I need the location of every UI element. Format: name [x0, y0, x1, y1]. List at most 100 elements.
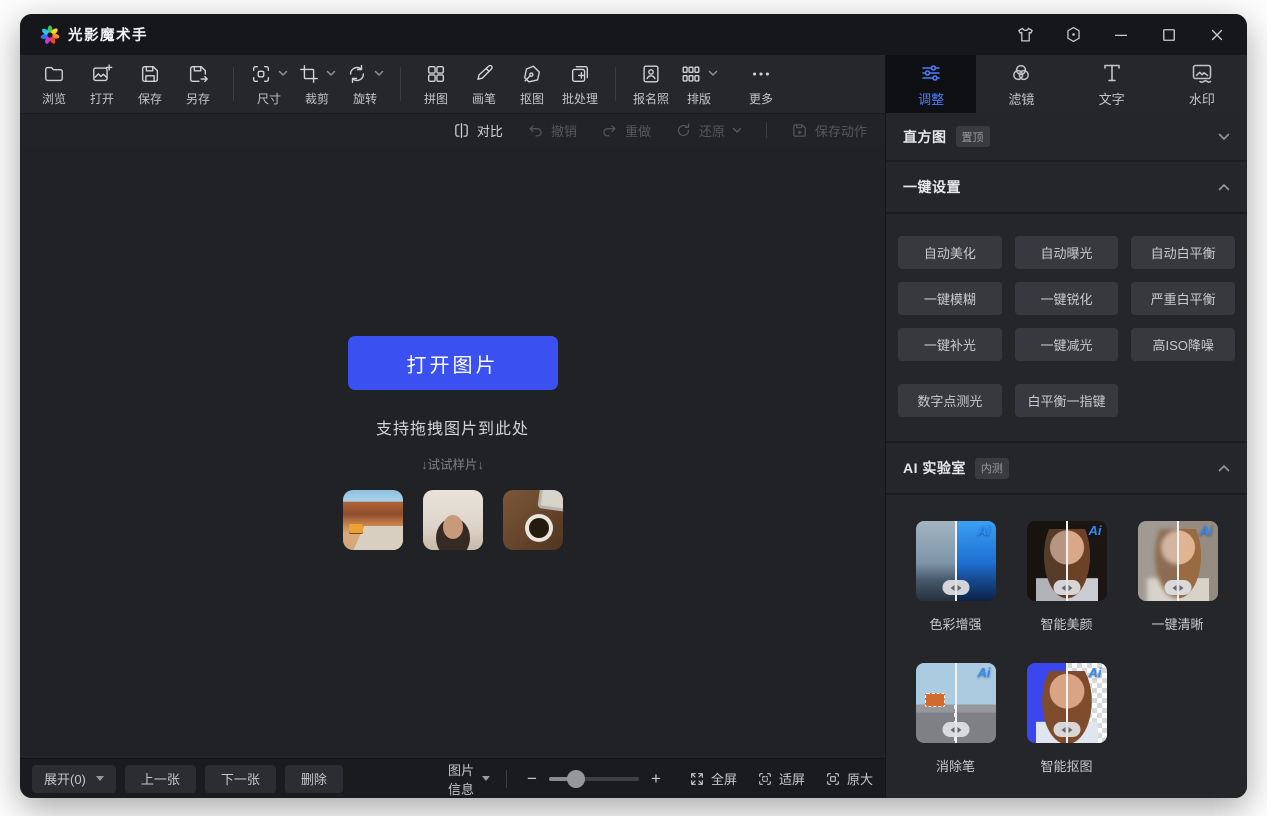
tab-filters[interactable]: 滤镜 [976, 55, 1066, 113]
cutout-pen-button[interactable]: 抠图 [508, 58, 556, 110]
browse-button[interactable]: 浏览 [30, 58, 78, 110]
right-panel: 调整 滤镜 文字 水印 直方图 置顶 [885, 55, 1247, 798]
more-button[interactable]: 更多 [737, 58, 785, 110]
id-photo-button[interactable]: 报名照 [627, 58, 675, 110]
settings-hexagon-icon[interactable] [1063, 25, 1083, 45]
zoom-slider-thumb[interactable] [567, 770, 585, 788]
one-click-section-header[interactable]: 一键设置 [886, 162, 1247, 214]
resize-button[interactable]: 尺寸 [245, 58, 293, 110]
open-image-button[interactable]: 打开图片 [348, 336, 558, 390]
zoom-in-button[interactable]: + [645, 769, 667, 789]
rotate-button[interactable]: 旋转 [341, 58, 389, 110]
digital-spot-metering-button[interactable]: 数字点测光 [898, 384, 1002, 417]
ai-one-click-clarity-card[interactable]: Ai 一键清晰 [1122, 521, 1233, 633]
image-info-button[interactable]: 图片信息 [448, 760, 490, 798]
ai-smart-beauty-card[interactable]: Ai 智能美颜 [1011, 521, 1122, 633]
histogram-section-header[interactable]: 直方图 置顶 [886, 113, 1247, 162]
watermark-icon [1190, 61, 1214, 85]
chevron-down-icon[interactable] [708, 70, 718, 77]
image-canvas: 打开图片 支持拖拽图片到此处 ↓试试样片↓ [20, 146, 885, 758]
chevron-down-icon[interactable] [326, 70, 336, 77]
compare-icon [453, 122, 470, 139]
sample-canyon-thumbnail[interactable] [343, 490, 403, 550]
history-toolbar: 对比 撤销 重做 还原 保存动作 [20, 113, 885, 146]
close-button[interactable] [1207, 25, 1227, 45]
auto-exposure-button[interactable]: 自动曝光 [1015, 236, 1119, 269]
original-size-button[interactable]: 原大 [825, 769, 873, 788]
chevron-down-icon [732, 127, 742, 134]
rotate-icon [346, 63, 368, 85]
delete-image-button[interactable]: 删除 [285, 765, 343, 793]
app-title: 光影魔术手 [68, 24, 148, 45]
layout-grid-icon [680, 63, 702, 85]
restore-button[interactable]: 还原 [675, 121, 742, 140]
severe-white-balance-button[interactable]: 严重白平衡 [1131, 282, 1235, 315]
expand-filmstrip-button[interactable]: 展开(0) [32, 765, 116, 793]
ai-badge-icon: Ai [1089, 665, 1102, 680]
bottom-statusbar: 展开(0) 上一张 下一张 删除 图片信息 − + [20, 758, 885, 798]
previous-image-button[interactable]: 上一张 [125, 765, 196, 793]
adjust-panel: 直方图 置顶 一键设置 自动美化 自动曝光 自动白平衡 一键模糊 一键锐化 严重… [886, 113, 1247, 798]
sample-desk-thumbnail[interactable] [503, 490, 563, 550]
ai-badge-icon: Ai [978, 523, 991, 538]
ai-smart-beauty-thumbnail: Ai [1027, 521, 1107, 601]
ai-badge-icon: Ai [978, 665, 991, 680]
resize-icon [250, 63, 272, 85]
undo-button[interactable]: 撤销 [527, 121, 577, 140]
fit-screen-button[interactable]: 适屏 [757, 769, 805, 788]
dropdown-arrow-icon [482, 776, 490, 781]
restore-icon [675, 122, 692, 139]
ai-eraser-pen-thumbnail: Ai [916, 663, 996, 743]
ai-lab-section-header[interactable]: AI 实验室 内测 [886, 443, 1247, 495]
save-action-button[interactable]: 保存动作 [791, 121, 867, 140]
fullscreen-button[interactable]: 全屏 [689, 769, 737, 788]
beta-badge: 内测 [975, 458, 1009, 479]
tab-text[interactable]: 文字 [1067, 55, 1157, 113]
compare-slider-icon [1053, 722, 1080, 737]
one-click-fill-light-button[interactable]: 一键补光 [898, 328, 1002, 361]
save-as-button[interactable]: 另存 [174, 58, 222, 110]
tab-watermark[interactable]: 水印 [1157, 55, 1247, 113]
minimize-button[interactable] [1111, 25, 1131, 45]
chevron-down-icon[interactable] [374, 70, 384, 77]
tab-adjust[interactable]: 调整 [886, 55, 976, 113]
ai-badge-icon: Ai [1200, 523, 1213, 538]
ai-badge-icon: Ai [1089, 523, 1102, 538]
save-button[interactable]: 保存 [126, 58, 174, 110]
next-image-button[interactable]: 下一张 [205, 765, 276, 793]
chevron-down-icon [1218, 133, 1230, 141]
one-click-sharpen-button[interactable]: 一键锐化 [1015, 282, 1119, 315]
collage-button[interactable]: 拼图 [412, 58, 460, 110]
zoom-out-button[interactable]: − [521, 769, 543, 789]
white-balance-one-touch-button[interactable]: 白平衡一指键 [1015, 384, 1119, 417]
one-click-dim-light-button[interactable]: 一键减光 [1015, 328, 1119, 361]
one-click-blur-button[interactable]: 一键模糊 [898, 282, 1002, 315]
drag-drop-hint: 支持拖拽图片到此处 [376, 415, 529, 439]
chevron-down-icon[interactable] [278, 70, 288, 77]
redo-button[interactable]: 重做 [601, 121, 651, 140]
ai-smart-cutout-card[interactable]: Ai 智能抠图 [1011, 663, 1122, 775]
pin-badge[interactable]: 置顶 [956, 126, 990, 147]
open-button[interactable]: 打开 [78, 58, 126, 110]
theme-shirt-icon[interactable] [1015, 25, 1035, 45]
crop-button[interactable]: 裁剪 [293, 58, 341, 110]
ai-color-enhance-card[interactable]: Ai 色彩增强 [900, 521, 1011, 633]
toolbar-separator [400, 67, 401, 101]
toolbar-separator [233, 67, 234, 101]
ai-color-enhance-thumbnail: Ai [916, 521, 996, 601]
layout-button[interactable]: 排版 [675, 58, 723, 110]
maximize-button[interactable] [1159, 25, 1179, 45]
brush-button[interactable]: 画笔 [460, 58, 508, 110]
auto-white-balance-button[interactable]: 自动白平衡 [1131, 236, 1235, 269]
text-icon [1100, 61, 1124, 85]
fit-screen-icon [757, 771, 773, 787]
ai-smart-cutout-thumbnail: Ai [1027, 663, 1107, 743]
batch-button[interactable]: 批处理 [556, 58, 604, 110]
ai-eraser-pen-card[interactable]: Ai 消除笔 [900, 663, 1011, 775]
auto-beautify-button[interactable]: 自动美化 [898, 236, 1002, 269]
sample-portrait-thumbnail[interactable] [423, 490, 483, 550]
compare-button[interactable]: 对比 [453, 121, 503, 140]
pen-nib-icon [521, 62, 543, 86]
zoom-slider[interactable] [549, 777, 639, 781]
high-iso-denoise-button[interactable]: 高ISO降噪 [1131, 328, 1235, 361]
